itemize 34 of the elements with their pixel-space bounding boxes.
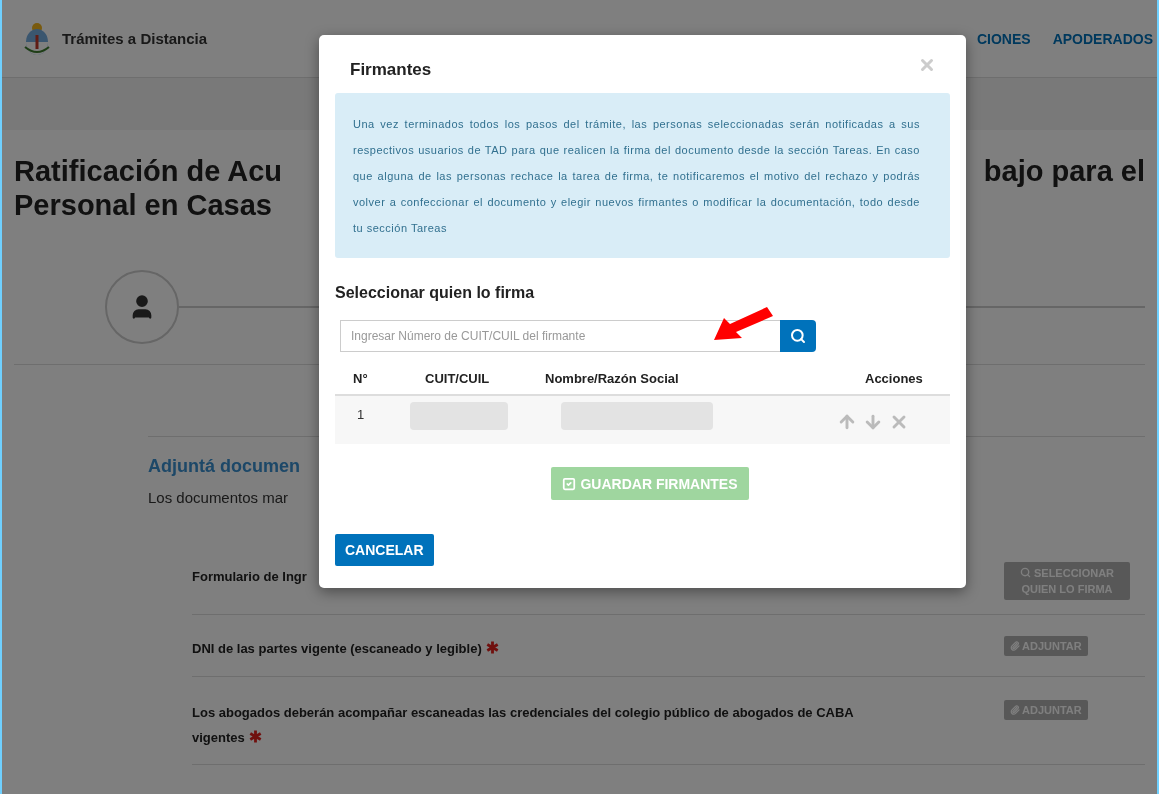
column-header: N° (352, 370, 369, 386)
nav-link[interactable]: CIONES (976, 30, 1031, 47)
paperclip-icon (1010, 705, 1020, 715)
site-title: Trámites a Distancia (62, 30, 208, 47)
dialog-title: Firmantes (350, 60, 432, 80)
page-title: Ratificación de Acu (14, 154, 283, 188)
column-header: Nombre/Razón Social (544, 370, 680, 386)
section-note: Los documentos mar (148, 489, 289, 508)
info-message: Una vez terminados todos los pasos del trámite, las personas seleccionadas serán notificadas a sus respectivos usuarios de TAD para que realicen la firma del documento desde la sección Tareas. En caso que alguna de las personas rechace la tarea de firma, te notificaremos el motivo del rechazo y podrás volver a confeccionar el documento y elegir nuevos firmantes o modificar la documentación, todo desde tu sección Tareas (335, 93, 950, 258)
nav-link[interactable]: APODERADOS (1052, 30, 1153, 47)
checkbox-icon (562, 476, 577, 491)
section-heading: Seleccionar quien lo firma (335, 284, 536, 302)
close-button[interactable] (918, 56, 936, 74)
cuit-search-field[interactable]: Ingresar Número de CUIT/CUIL del firmante (340, 320, 780, 352)
page-title: bajo para el (983, 154, 1145, 188)
move-up-button[interactable] (837, 412, 857, 432)
required-asterisk-icon (248, 730, 262, 743)
section-title: Adjuntá documen (148, 456, 300, 478)
move-down-button[interactable] (863, 412, 883, 432)
row-number: 1 (356, 406, 366, 422)
emblem-logo (22, 20, 52, 57)
page-title: Personal en Casas (14, 188, 272, 222)
column-header: Acciones (864, 370, 924, 386)
cancel-button[interactable]: CANCELAR (335, 534, 434, 566)
paperclip-icon (1010, 641, 1020, 651)
document-label: DNI de las partes vigente (escaneado y legible) (192, 636, 892, 661)
required-asterisk-icon (485, 641, 499, 654)
search-icon (1019, 567, 1031, 578)
pointer-arrow-icon (712, 306, 774, 342)
document-label: Formulario de Ingr (192, 568, 308, 586)
search-button[interactable] (780, 320, 816, 352)
column-header: CUIT/CUIL (424, 370, 491, 386)
search-icon (790, 328, 806, 344)
document-label: Los abogados deberán acompañar escaneadas las credenciales del colegio público de abogados de CABA vigentes (192, 704, 855, 747)
